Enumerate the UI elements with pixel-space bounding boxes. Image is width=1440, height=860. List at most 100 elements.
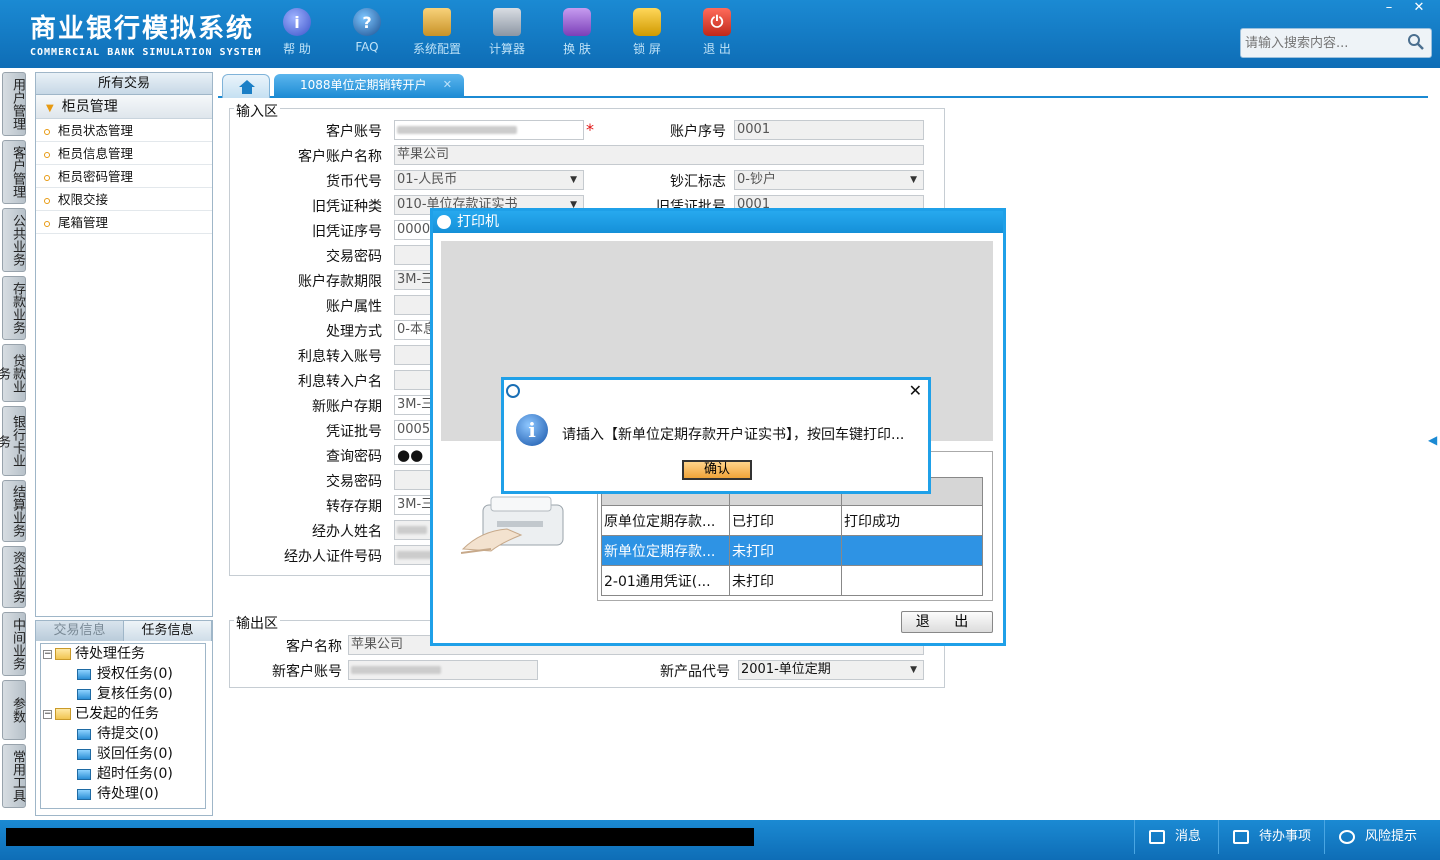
- bullet-icon: [44, 151, 50, 158]
- todo-button[interactable]: 待办事项: [1218, 820, 1324, 854]
- label-new-term: 新账户存期: [312, 399, 382, 415]
- task-icon: [77, 768, 91, 780]
- folder-icon: [55, 708, 71, 720]
- vtab-public-business[interactable]: 公共业务: [2, 208, 26, 272]
- vtab-loan[interactable]: 贷款业务: [0, 344, 26, 402]
- exit-icon: ⏻: [703, 8, 731, 36]
- input-area-legend: 输入区: [234, 101, 280, 121]
- customer-account-field[interactable]: [394, 120, 584, 140]
- nav-item-tail-box[interactable]: 尾箱管理: [36, 211, 212, 234]
- search-box: [1240, 28, 1432, 58]
- collapse-right-panel-icon[interactable]: ◀: [1428, 420, 1438, 460]
- risk-label: 风险提示: [1365, 829, 1418, 844]
- nav-item-teller-status[interactable]: 柜员状态管理: [36, 119, 212, 142]
- printer-exit-button[interactable]: 退 出: [901, 611, 993, 633]
- confirm-button[interactable]: 确认: [682, 460, 752, 480]
- tree-leaf-review[interactable]: 复核任务(0): [41, 684, 205, 704]
- nav-item-teller-password[interactable]: 柜员密码管理: [36, 165, 212, 188]
- voucher-name-cell: 2-01通用凭证(...: [601, 565, 730, 596]
- table-row[interactable]: 原单位定期存款... 已打印 打印成功: [601, 505, 983, 536]
- nav-group-teller[interactable]: ▼ 柜员管理: [36, 95, 212, 119]
- vtab-deposit[interactable]: 存款业务: [2, 276, 26, 340]
- label-customer-account-name: 客户账户名称: [298, 149, 382, 165]
- help-label: 帮 助: [283, 42, 311, 56]
- table-row[interactable]: 2-01通用凭证(... 未打印: [601, 565, 983, 596]
- vtab-intermediary[interactable]: 中间业务: [2, 612, 26, 676]
- app-title: 商业银行模拟系统: [30, 14, 255, 44]
- minimize-button[interactable]: –: [1376, 0, 1402, 18]
- calculator-icon: [493, 8, 521, 36]
- label-interest-account: 利息转入账号: [298, 349, 382, 365]
- home-icon: [239, 80, 255, 94]
- skin-button[interactable]: 换 肤: [542, 8, 612, 57]
- label-agent-id: 经办人证件号码: [284, 549, 382, 565]
- tree-node-initiated[interactable]: − 已发起的任务: [41, 704, 205, 724]
- vtab-settlement[interactable]: 结算业务: [2, 480, 26, 542]
- label-cash-flag: 钞汇标志: [670, 174, 726, 190]
- vtab-customer-mgmt[interactable]: 客户管理: [2, 140, 26, 204]
- vtab-params[interactable]: 参数: [2, 680, 26, 740]
- config-button[interactable]: 系统配置: [402, 8, 472, 57]
- product-code-value: 2001-单位定期: [741, 662, 831, 677]
- tab-account-open[interactable]: 1088单位定期销转开户 ✕: [274, 74, 464, 98]
- home-tab[interactable]: [222, 74, 270, 98]
- message-box-titlebar: ✕: [504, 380, 928, 402]
- nav-item-label: 柜员密码管理: [58, 169, 134, 184]
- tree-label: 超时任务(0): [97, 766, 173, 782]
- task-icon: [77, 688, 91, 700]
- close-window-button[interactable]: ✕: [1406, 0, 1432, 18]
- tree-leaf-to-process[interactable]: 待处理(0): [41, 784, 205, 804]
- nav-item-permission-handover[interactable]: 权限交接: [36, 188, 212, 211]
- vtab-user-mgmt[interactable]: 用户管理: [2, 72, 26, 136]
- tree-label: 授权任务(0): [97, 666, 173, 682]
- vtab-fund[interactable]: 资金业务: [2, 546, 26, 608]
- calculator-button[interactable]: 计算器: [472, 8, 542, 57]
- tree-leaf-authorize[interactable]: 授权任务(0): [41, 664, 205, 684]
- customer-account-name-field[interactable]: 苹果公司: [394, 145, 924, 165]
- voucher-name-cell: 新单位定期存款...: [601, 535, 730, 566]
- todo-label: 待办事项: [1259, 829, 1312, 844]
- table-row-selected[interactable]: 新单位定期存款... 未打印: [601, 535, 983, 566]
- nav-item-teller-info[interactable]: 柜员信息管理: [36, 142, 212, 165]
- currency-select[interactable]: 01-人民币 ▼: [394, 170, 584, 190]
- bullet-icon: [44, 197, 50, 204]
- tree-node-pending[interactable]: − 待处理任务: [41, 644, 205, 664]
- nav-item-label: 权限交接: [58, 192, 109, 207]
- info-icon: i: [516, 414, 548, 446]
- product-code-select[interactable]: 2001-单位定期 ▼: [738, 660, 924, 680]
- risk-button[interactable]: 风险提示: [1324, 820, 1432, 854]
- tree-leaf-timeout[interactable]: 超时任务(0): [41, 764, 205, 784]
- lock-button[interactable]: 锁 屏: [612, 8, 682, 57]
- tree-label: 待处理(0): [97, 786, 159, 802]
- new-account-field[interactable]: [348, 660, 538, 680]
- messages-button[interactable]: 消息: [1134, 820, 1224, 854]
- tree-leaf-rejected[interactable]: 驳回任务(0): [41, 744, 205, 764]
- collapse-icon[interactable]: −: [43, 649, 52, 659]
- cash-flag-value: 0-钞户: [737, 172, 776, 187]
- calculator-label: 计算器: [488, 42, 525, 56]
- print-result-cell: [841, 535, 983, 566]
- help-button[interactable]: i 帮 助: [262, 8, 332, 57]
- search-icon[interactable]: [1407, 33, 1425, 51]
- cash-flag-select[interactable]: 0-钞户 ▼: [734, 170, 924, 190]
- faq-button[interactable]: ? FAQ: [332, 8, 402, 57]
- label-process-method: 处理方式: [326, 324, 382, 340]
- label-currency: 货币代号: [326, 174, 382, 190]
- faq-icon: ?: [353, 8, 381, 36]
- tree-leaf-to-submit[interactable]: 待提交(0): [41, 724, 205, 744]
- tab-label: 1088单位定期销转开户: [300, 78, 427, 92]
- vtab-tools[interactable]: 常用工具: [2, 744, 26, 808]
- search-input[interactable]: [1245, 34, 1405, 52]
- collapse-icon[interactable]: −: [43, 709, 52, 719]
- account-seq-field[interactable]: 0001: [734, 120, 924, 140]
- vtab-bank-card[interactable]: 银行卡业务: [0, 406, 26, 476]
- label-deposit-term: 账户存款期限: [298, 274, 382, 290]
- close-icon[interactable]: ✕: [909, 380, 922, 402]
- tab-trade-info[interactable]: 交易信息: [36, 621, 124, 641]
- nav-header[interactable]: 所有交易: [36, 73, 212, 95]
- close-tab-icon[interactable]: ✕: [443, 74, 452, 96]
- skin-icon: [563, 8, 591, 36]
- label-voucher-batch: 凭证批号: [326, 424, 382, 440]
- label-old-voucher-type: 旧凭证种类: [312, 199, 382, 215]
- exit-button[interactable]: ⏻ 退 出: [682, 8, 752, 57]
